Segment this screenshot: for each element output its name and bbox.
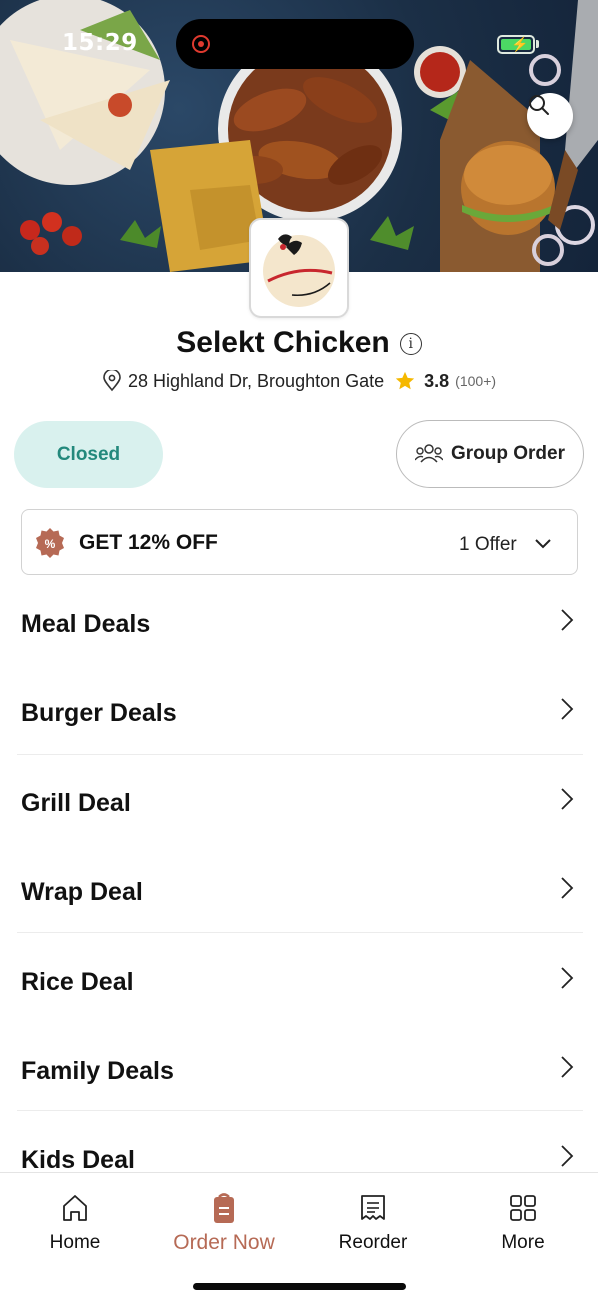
closed-status-badge: Closed xyxy=(14,421,163,488)
category-label: Rice Deal xyxy=(21,968,134,996)
restaurant-name: Selekt Chicken xyxy=(176,326,390,359)
rating-count: (100+) xyxy=(455,373,497,389)
selekt-logo-image xyxy=(263,234,335,307)
divider xyxy=(17,754,583,755)
offer-bar[interactable]: % GET 12% OFF 1 Offer xyxy=(21,509,578,575)
group-order-button[interactable]: Group Order xyxy=(396,420,584,488)
tab-more[interactable]: More xyxy=(448,1193,598,1254)
bottom-tab-bar: Home Order Now Reorder More xyxy=(0,1172,598,1300)
chevron-right-icon xyxy=(561,698,574,720)
divider xyxy=(17,932,583,933)
offer-title: GET 12% OFF xyxy=(79,531,218,554)
category-row[interactable]: Grill Deal xyxy=(0,757,598,847)
chevron-right-icon xyxy=(561,1056,574,1078)
search-icon xyxy=(529,95,549,115)
offer-count: 1 Offer xyxy=(459,534,517,555)
category-label: Burger Deals xyxy=(21,699,177,727)
location-pin-icon xyxy=(103,370,121,392)
divider xyxy=(17,1110,583,1111)
discount-badge-icon: % xyxy=(36,528,64,558)
category-label: Family Deals xyxy=(21,1057,174,1085)
tab-label: Home xyxy=(49,1232,101,1253)
chevron-right-icon xyxy=(561,1145,574,1167)
restaurant-logo xyxy=(249,218,349,318)
home-icon xyxy=(63,1195,87,1221)
chevron-right-icon xyxy=(561,967,574,989)
tab-home[interactable]: Home xyxy=(0,1193,150,1254)
restaurant-address-row: 28 Highland Dr, Broughton Gate 3.8 (100+… xyxy=(0,370,598,392)
category-row[interactable]: Wrap Deal xyxy=(0,846,598,936)
restaurant-rating: 3.8 xyxy=(424,370,450,391)
tab-order-now[interactable]: Order Now xyxy=(149,1193,299,1255)
info-icon[interactable]: i xyxy=(399,333,422,355)
chevron-right-icon xyxy=(561,877,574,899)
tab-label: More xyxy=(501,1232,545,1253)
search-button[interactable] xyxy=(527,93,573,139)
tab-reorder[interactable]: Reorder xyxy=(298,1193,448,1254)
group-order-label: Group Order xyxy=(450,443,565,464)
category-label: Wrap Deal xyxy=(21,878,143,906)
category-label: Grill Deal xyxy=(21,789,131,817)
receipt-icon xyxy=(361,1195,385,1220)
svg-text:%: % xyxy=(45,537,56,551)
category-label: Meal Deals xyxy=(21,610,151,638)
tab-label: Order Now xyxy=(173,1231,275,1254)
category-row[interactable]: Rice Deal xyxy=(0,936,598,1026)
home-indicator[interactable] xyxy=(193,1283,406,1290)
category-label: Kids Deal xyxy=(21,1146,135,1174)
star-icon xyxy=(395,371,415,390)
tab-label: Reorder xyxy=(338,1232,408,1253)
chevron-down-icon xyxy=(535,539,551,549)
category-row[interactable]: Burger Deals xyxy=(0,667,598,757)
recording-indicator-icon xyxy=(192,35,210,53)
restaurant-address: 28 Highland Dr, Broughton Gate xyxy=(127,370,385,391)
chevron-right-icon xyxy=(561,609,574,631)
group-people-icon xyxy=(414,444,443,463)
restaurant-title-row: Selekt Chicken i xyxy=(0,326,598,360)
grid-icon xyxy=(510,1195,536,1221)
category-row[interactable]: Family Deals xyxy=(0,1025,598,1115)
dynamic-island xyxy=(176,19,414,69)
chevron-right-icon xyxy=(561,788,574,810)
order-bag-icon xyxy=(214,1193,234,1223)
status-time: 15:29 xyxy=(62,30,138,56)
category-row[interactable]: Meal Deals xyxy=(0,578,598,668)
battery-cap xyxy=(536,40,539,48)
battery-icon: ⚡ xyxy=(497,35,535,54)
